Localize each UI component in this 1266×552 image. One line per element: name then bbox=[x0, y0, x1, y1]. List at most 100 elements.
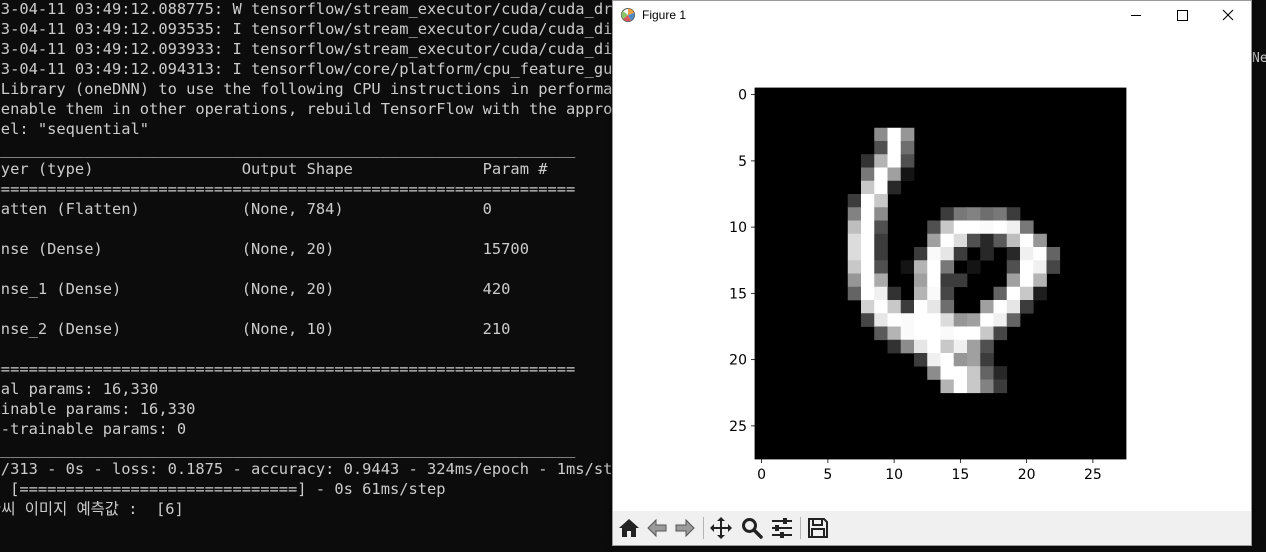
x-axis: 0 5 10 15 20 25 bbox=[757, 459, 1102, 483]
heatmap-cell bbox=[847, 233, 862, 248]
heatmap-cell bbox=[861, 260, 875, 274]
heatmap-cell bbox=[874, 326, 888, 341]
heatmap-cell bbox=[967, 233, 981, 248]
heatmap-cell bbox=[914, 313, 928, 327]
terminal-line: Total params: 16,330 bbox=[0, 380, 159, 398]
x-tick-label: 25 bbox=[1084, 467, 1102, 483]
heatmap-cell bbox=[967, 260, 981, 274]
heatmap-cell bbox=[1033, 233, 1047, 248]
minimize-icon bbox=[1131, 15, 1141, 16]
heatmap-cell bbox=[953, 353, 968, 367]
heatmap-cell bbox=[967, 313, 981, 327]
x-tick-label: 15 bbox=[951, 467, 969, 483]
heatmap-cell bbox=[953, 207, 968, 221]
heatmap-cell bbox=[967, 379, 981, 394]
heatmap-cell bbox=[980, 220, 994, 235]
close-icon bbox=[1222, 9, 1234, 21]
terminal-line: 2023-04-11 03:49:12.088775: W tensorflow… bbox=[0, 0, 678, 18]
home-button[interactable] bbox=[617, 516, 641, 540]
save-button[interactable] bbox=[806, 516, 830, 540]
heatmap-cell bbox=[887, 339, 902, 354]
heatmap-cell bbox=[847, 286, 862, 301]
heatmap-cell bbox=[993, 220, 1008, 235]
heatmap-cell bbox=[1020, 273, 1034, 288]
heatmap-cell bbox=[927, 339, 941, 354]
heatmap-cell bbox=[887, 167, 902, 182]
x-tick-label: 0 bbox=[757, 467, 766, 483]
terminal-line: flatten (Flatten) (None, 784) 0 bbox=[0, 200, 492, 218]
y-tick-label: 15 bbox=[729, 286, 747, 302]
heatmap-cell bbox=[1020, 220, 1034, 235]
heatmap-cell bbox=[874, 233, 888, 248]
heatmap-cell bbox=[927, 286, 941, 301]
pan-move-icon bbox=[710, 517, 732, 539]
heatmap-cell bbox=[914, 353, 928, 367]
pan-button[interactable] bbox=[709, 516, 733, 540]
x-tick-label: 10 bbox=[885, 467, 903, 483]
heatmap-cell bbox=[847, 194, 862, 208]
plot-canvas[interactable]: 0 5 10 15 20 25 0 5 10 15 20 25 bbox=[613, 30, 1251, 511]
back-button[interactable] bbox=[645, 516, 669, 540]
heatmap-cell bbox=[900, 300, 915, 314]
terminal-line: ========================================… bbox=[0, 180, 576, 198]
heatmap-cell bbox=[940, 220, 955, 235]
forward-arrow-icon bbox=[675, 518, 695, 538]
title-bar[interactable]: Figure 1 bbox=[613, 1, 1251, 30]
heatmap-cell bbox=[874, 194, 888, 208]
heatmap-cell bbox=[927, 300, 941, 314]
heatmap-cell bbox=[874, 141, 888, 155]
terminal-line: Model: "sequential" bbox=[0, 120, 150, 138]
heatmap-cell bbox=[953, 339, 968, 354]
heatmap-cell bbox=[1006, 207, 1021, 221]
heatmap-cell bbox=[940, 366, 955, 380]
configure-subplots-button[interactable] bbox=[770, 516, 794, 540]
heatmap-cell bbox=[953, 366, 968, 380]
heatmap-cell bbox=[980, 233, 994, 248]
heatmap-cell bbox=[861, 233, 875, 248]
heatmap-cell bbox=[887, 313, 902, 327]
heatmap-cell bbox=[953, 313, 968, 327]
heatmap-cell bbox=[967, 353, 981, 367]
heatmap-cell bbox=[967, 339, 981, 354]
heatmap-cell bbox=[940, 207, 955, 221]
heatmap-cell bbox=[967, 326, 981, 341]
close-button[interactable] bbox=[1205, 1, 1251, 30]
forward-button[interactable] bbox=[673, 516, 697, 540]
zoom-button[interactable] bbox=[740, 516, 764, 540]
heatmap-cell bbox=[953, 220, 968, 235]
heatmap-cell bbox=[914, 247, 928, 261]
heatmap-cell bbox=[1020, 233, 1034, 248]
heatmap-cell bbox=[874, 313, 888, 327]
heatmap-cell bbox=[993, 286, 1008, 301]
heatmap-cell bbox=[887, 286, 902, 301]
heatmap-cell bbox=[874, 180, 888, 195]
heatmap-cell bbox=[1006, 273, 1021, 288]
heatmap-cell bbox=[1006, 220, 1021, 235]
terminal-line: rk Library (oneDNN) to use the following… bbox=[0, 80, 641, 98]
terminal-line: Non-trainable params: 0 bbox=[0, 420, 187, 438]
heatmap-cell bbox=[1006, 260, 1021, 274]
heatmap-cell bbox=[1006, 247, 1021, 261]
toolbar-separator bbox=[800, 517, 801, 539]
maximize-button[interactable] bbox=[1159, 1, 1205, 30]
heatmap-cell bbox=[953, 379, 968, 394]
heatmap-cell bbox=[980, 300, 994, 314]
save-floppy-icon bbox=[808, 518, 828, 538]
y-axis: 0 5 10 15 20 25 bbox=[729, 88, 755, 435]
heatmap-cell bbox=[1006, 300, 1021, 314]
heatmap-cell bbox=[940, 273, 955, 288]
maximize-icon bbox=[1177, 10, 1188, 21]
heatmap-cell bbox=[900, 339, 915, 354]
terminal-line: 313/313 - 0s - loss: 0.1875 - accuracy: … bbox=[0, 460, 631, 478]
heatmap-cell bbox=[967, 220, 981, 235]
heatmap-cell bbox=[993, 207, 1008, 221]
heatmap-cell bbox=[874, 127, 888, 142]
heatmap-cell bbox=[980, 366, 994, 380]
heatmap-cell bbox=[927, 353, 941, 367]
heatmap-cell bbox=[1006, 233, 1021, 248]
heatmap-cell bbox=[1006, 313, 1021, 327]
heatmap-cell bbox=[980, 247, 994, 261]
minimize-button[interactable] bbox=[1113, 1, 1159, 30]
heatmap-cell bbox=[940, 353, 955, 367]
heatmap-cell bbox=[1020, 286, 1034, 301]
